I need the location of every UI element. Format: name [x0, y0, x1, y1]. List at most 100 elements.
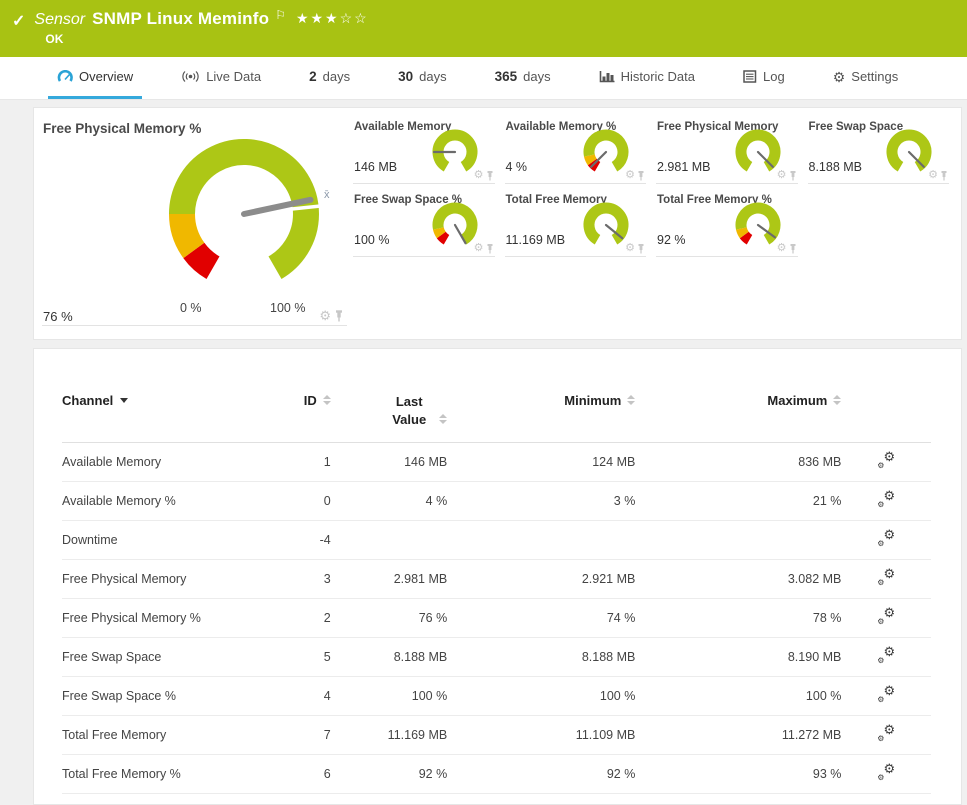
tab-settings[interactable]: ⚙ Settings [824, 57, 908, 99]
small-gauge-value: 92 % [657, 233, 686, 247]
cell-last-value: 2.981 MB [330, 559, 448, 600]
channel-edit-icon[interactable]: ⚙ ⚙ [877, 722, 895, 743]
gauge-cell-total-free-memory: Total Free Memory 11.169 MB ⚙ [504, 188, 646, 257]
cell-minimum: 11.109 MB [447, 715, 636, 756]
cell-minimum: 3 % [447, 481, 636, 522]
gauge-pin-icon[interactable] [334, 309, 344, 322]
gauge-cell-free-swap-space-pct: Free Swap Space % 100 % ⚙ [353, 188, 495, 257]
sort-icon [833, 394, 842, 405]
table-row[interactable]: Available Memory 1 146 MB 124 MB 836 MB … [62, 442, 931, 483]
cell-maximum [635, 520, 842, 561]
gauge-pin-icon[interactable] [789, 170, 797, 181]
tab-overview[interactable]: Overview [48, 57, 143, 99]
tab-icon [599, 70, 615, 83]
sort-icon [322, 394, 331, 405]
main-gauge-value: 76 % [43, 309, 73, 324]
cell-id: 2 [250, 598, 331, 639]
gauge-pin-icon[interactable] [789, 243, 797, 254]
gauge-pin-icon[interactable] [486, 243, 494, 254]
content-area: Free Physical Memory % x̄ 0 % 100 % 76 %… [0, 100, 967, 805]
cell-minimum: 124 MB [447, 442, 636, 483]
gauge-settings-icon[interactable]: ⚙ [474, 170, 484, 181]
cell-id: 3 [250, 559, 331, 600]
priority-stars[interactable]: ★★★☆☆ [296, 10, 369, 27]
cell-maximum: 78 % [635, 598, 842, 639]
channel-edit-icon[interactable]: ⚙ ⚙ [877, 488, 895, 509]
gauge-pin-icon[interactable] [940, 170, 948, 181]
tab-365-days[interactable]: 365 days [486, 57, 560, 99]
table-row[interactable]: Downtime -4 ⚙ ⚙ [62, 520, 931, 561]
gauge-pin-icon[interactable] [637, 170, 645, 181]
tab-bar: Overview Live Data 2 days 30 days 365 da… [0, 57, 967, 100]
gauge-settings-icon[interactable]: ⚙ [928, 170, 938, 181]
tab-icon [181, 70, 200, 83]
tab-icon [743, 70, 757, 83]
cell-maximum: 100 % [635, 676, 842, 717]
tab-log[interactable]: Log [734, 57, 794, 99]
cell-last-value: 11.169 MB [330, 715, 448, 756]
status-check-icon: ✓ [12, 13, 26, 30]
channel-edit-icon[interactable]: ⚙ ⚙ [877, 566, 895, 587]
cell-id: 6 [250, 754, 331, 795]
small-gauge-value: 4 % [505, 160, 528, 174]
gauge-min-label: 0 % [180, 301, 202, 315]
table-row[interactable]: Free Swap Space % 4 100 % 100 % 100 % ⚙ ⚙ [62, 676, 931, 717]
cell-channel: Free Swap Space % [62, 676, 251, 717]
gauge-settings-icon[interactable]: ⚙ [319, 309, 331, 322]
gauge-cell-available-memory-pct: Available Memory % 4 % ⚙ [504, 115, 646, 184]
cell-id: 5 [250, 637, 331, 678]
cell-minimum: 92 % [447, 754, 636, 795]
tab-30-days[interactable]: 30 days [389, 57, 456, 99]
channel-edit-icon[interactable]: ⚙ ⚙ [877, 761, 895, 782]
column-header-last-value[interactable]: Last Value [330, 385, 448, 444]
cell-last-value: 92 % [330, 754, 448, 795]
gauge-settings-icon[interactable]: ⚙ [474, 243, 484, 254]
tab-live-data[interactable]: Live Data [172, 57, 270, 99]
cell-channel: Free Physical Memory % [62, 598, 251, 639]
channel-edit-icon[interactable]: ⚙ ⚙ [877, 449, 895, 470]
gauge-settings-icon[interactable]: ⚙ [777, 243, 787, 254]
cell-channel: Available Memory % [62, 481, 251, 522]
gauge-pin-icon[interactable] [486, 170, 494, 181]
cell-maximum: 11.272 MB [635, 715, 842, 756]
small-gauge-value: 11.169 MB [505, 233, 566, 247]
column-header-actions [841, 385, 931, 444]
gauge-settings-icon[interactable]: ⚙ [625, 170, 635, 181]
table-row[interactable]: Available Memory % 0 4 % 3 % 21 % ⚙ ⚙ [62, 481, 931, 522]
gauge-settings-icon[interactable]: ⚙ [625, 243, 635, 254]
status-badge: OK [45, 32, 64, 46]
small-gauge-value: 2.981 MB [657, 160, 711, 174]
column-header-minimum[interactable]: Minimum [447, 385, 636, 444]
channel-edit-icon[interactable]: ⚙ ⚙ [877, 644, 895, 665]
gauge-cell-available-memory: Available Memory 146 MB ⚙ [353, 115, 495, 184]
cell-last-value [330, 520, 448, 561]
channel-edit-icon[interactable]: ⚙ ⚙ [877, 683, 895, 704]
column-header-maximum[interactable]: Maximum [635, 385, 842, 444]
cell-channel: Free Physical Memory [62, 559, 251, 600]
table-row[interactable]: Total Free Memory % 6 92 % 92 % 93 % ⚙ ⚙ [62, 754, 931, 795]
column-header-channel[interactable]: Channel [62, 385, 251, 444]
cell-maximum: 21 % [635, 481, 842, 522]
tab-icon: ⚙ [832, 68, 846, 85]
table-row[interactable]: Free Physical Memory 3 2.981 MB 2.921 MB… [62, 559, 931, 600]
flag-icon[interactable]: ⚐ [275, 8, 286, 22]
tab-historic-data[interactable]: Historic Data [590, 57, 704, 99]
cell-last-value: 4 % [330, 481, 448, 522]
cell-minimum: 2.921 MB [447, 559, 636, 600]
cell-channel: Total Free Memory [62, 715, 251, 756]
table-row[interactable]: Free Swap Space 5 8.188 MB 8.188 MB 8.19… [62, 637, 931, 678]
gauge-settings-icon[interactable]: ⚙ [777, 170, 787, 181]
gauges-panel: Free Physical Memory % x̄ 0 % 100 % 76 %… [33, 107, 962, 340]
cell-minimum [447, 520, 636, 561]
table-row[interactable]: Total Free Memory 7 11.169 MB 11.109 MB … [62, 715, 931, 756]
tab-2-days[interactable]: 2 days [300, 57, 359, 99]
sensor-header: ✓ Sensor SNMP Linux Meminfo ⚐ ★★★☆☆ OK [0, 0, 967, 57]
table-row[interactable]: Free Physical Memory % 2 76 % 74 % 78 % … [62, 598, 931, 639]
column-header-id[interactable]: ID [250, 385, 331, 444]
gauge-pin-icon[interactable] [637, 243, 645, 254]
cell-maximum: 836 MB [635, 442, 842, 483]
cell-last-value: 8.188 MB [330, 637, 448, 678]
cell-maximum: 93 % [635, 754, 842, 795]
channel-edit-icon[interactable]: ⚙ ⚙ [877, 605, 895, 626]
channel-edit-icon[interactable]: ⚙ ⚙ [877, 527, 895, 548]
